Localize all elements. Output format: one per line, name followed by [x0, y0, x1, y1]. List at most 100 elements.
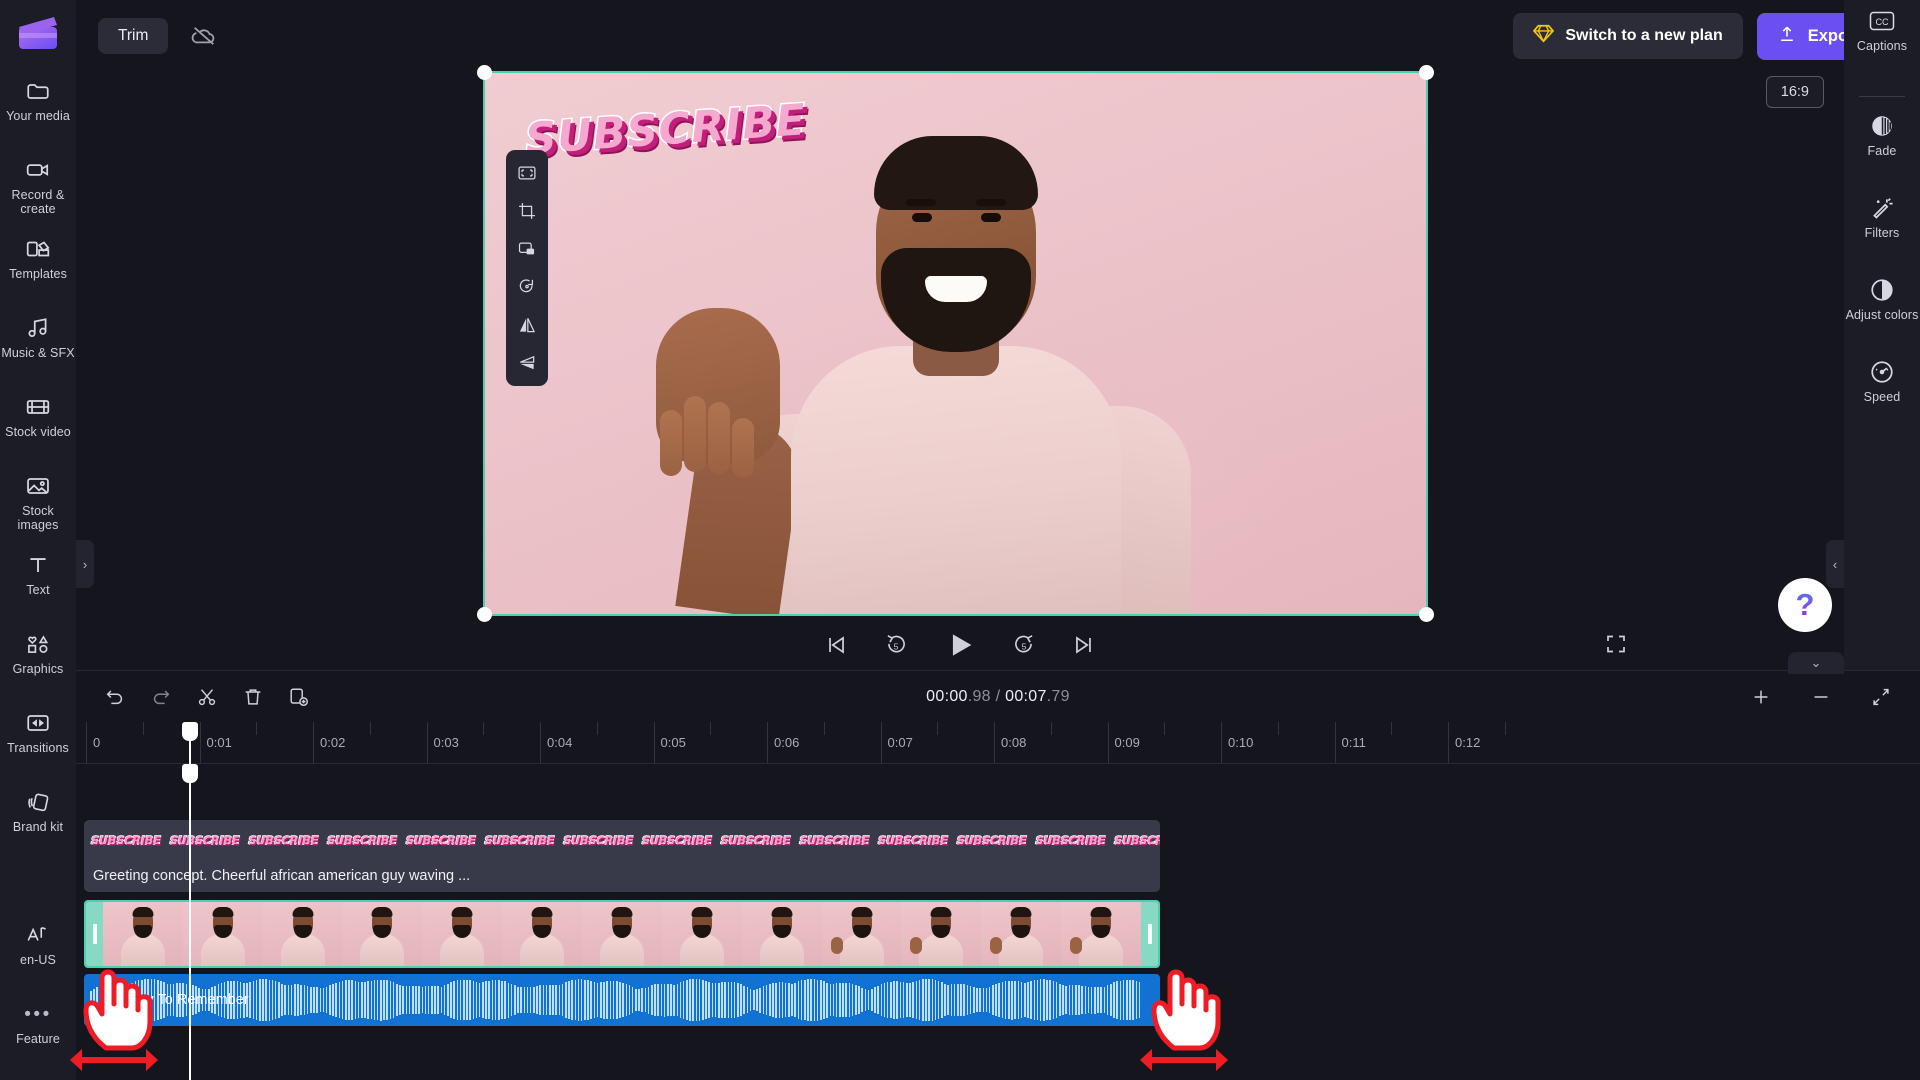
waveform-bar	[1097, 986, 1099, 1014]
right-item-adjust-colors[interactable]: Adjust colors	[1844, 277, 1920, 343]
sidebar-item-templates[interactable]: Templates	[0, 236, 76, 302]
play-icon[interactable]	[943, 628, 977, 662]
playhead-knob[interactable]	[182, 764, 198, 783]
video-clip-trim-handle-left[interactable]	[86, 902, 103, 966]
sidebar-item-language[interactable]: en-US	[0, 922, 76, 988]
waveform-bar	[520, 987, 522, 1013]
timeline-ruler[interactable]: 0 0:01 0:02 0:03 0:04 0:05 0:06 0:07 0:08 0:09 0:1…	[76, 722, 1920, 764]
right-item-speed[interactable]: Speed	[1844, 359, 1920, 425]
zoom-out-minus-icon[interactable]	[1804, 680, 1838, 714]
crop-icon[interactable]	[511, 195, 543, 227]
sidebar-item-stock-images[interactable]: Stock images	[0, 473, 76, 539]
audio-clip[interactable]: Day To Remember	[84, 974, 1160, 1026]
video-preview[interactable]: SUBSCRIBE	[477, 65, 1434, 622]
playhead[interactable]	[182, 764, 198, 1080]
skip-to-end-icon[interactable]	[1071, 632, 1097, 658]
flip-vertical-icon[interactable]	[511, 347, 543, 379]
resize-handle-bl[interactable]	[477, 607, 492, 622]
waveform-bar	[625, 984, 628, 1016]
waveform-bar	[628, 985, 631, 1015]
timeline-tracks: SUBSCRIBE SUBSCRIBE SUBSCRIBE SUBSCRIBE SUBS…	[76, 764, 1920, 1080]
waveform-bar	[953, 984, 956, 1016]
switch-plan-button[interactable]: Switch to a new plan	[1513, 13, 1743, 59]
ruler-tick-label: 0	[93, 735, 101, 750]
resize-handle-tr[interactable]	[1419, 65, 1434, 80]
fit-timeline-icon[interactable]	[1864, 680, 1898, 714]
total-time-frac: .79	[1046, 687, 1070, 705]
text-overlay-clip[interactable]: SUBSCRIBE SUBSCRIBE SUBSCRIBE SUBSCRIBE SUBS…	[84, 820, 1160, 892]
right-item-captions[interactable]: CC Captions	[1844, 8, 1920, 74]
waveform-bar	[1074, 985, 1077, 1015]
waveform-bar	[115, 982, 118, 1018]
redo-icon[interactable]	[144, 680, 178, 714]
undo-icon[interactable]	[98, 680, 132, 714]
waveform-bar	[274, 981, 277, 1019]
zoom-in-plus-icon[interactable]	[1744, 680, 1778, 714]
waveform-bar	[424, 986, 427, 1014]
flip-horizontal-icon[interactable]	[511, 309, 543, 341]
waveform-bar	[469, 980, 471, 1020]
sidebar-expand-button[interactable]: ›	[76, 540, 94, 588]
sidebar-item-brand-kit[interactable]: Brand kit	[0, 789, 76, 855]
more-dots-icon: •••	[24, 1003, 52, 1025]
waveform-bar	[619, 981, 621, 1019]
waveform-bar	[549, 984, 551, 1016]
image-icon	[25, 473, 51, 499]
waveform-bar	[529, 986, 532, 1014]
sidebar-item-your-media[interactable]: Your media	[0, 78, 76, 144]
waveform-bar	[450, 982, 452, 1018]
waveform-bar	[545, 984, 548, 1016]
video-clip-trim-handle-right[interactable]	[1141, 902, 1158, 966]
waveform-bar	[966, 984, 969, 1016]
duplicate-icon[interactable]	[282, 680, 316, 714]
waveform-bar	[284, 985, 287, 1015]
right-item-fade[interactable]: Fade	[1844, 113, 1920, 179]
sidebar-item-graphics[interactable]: Graphics	[0, 631, 76, 697]
rotate-icon[interactable]	[511, 271, 543, 303]
sidebar-item-feature[interactable]: ••• Feature	[0, 1001, 76, 1067]
preview-collapse-button[interactable]: ⌄	[1788, 652, 1844, 674]
waveform-bar	[842, 982, 844, 1018]
sidebar-item-text[interactable]: Text	[0, 552, 76, 618]
delete-trash-icon[interactable]	[236, 680, 270, 714]
picture-in-picture-icon[interactable]	[511, 233, 543, 265]
waveform-bar	[921, 979, 924, 1021]
split-scissors-icon[interactable]	[190, 680, 224, 714]
resize-handle-br[interactable]	[1419, 607, 1434, 622]
forward-5-icon[interactable]: 5	[1011, 632, 1037, 658]
help-button[interactable]: ?	[1778, 578, 1832, 632]
sidebar-item-label: Brand kit	[12, 820, 64, 834]
trim-button[interactable]: Trim	[98, 18, 169, 54]
right-item-filters[interactable]: Filters	[1844, 195, 1920, 261]
waveform-bar	[883, 983, 886, 1017]
waveform-bar	[641, 988, 644, 1012]
sidebar-item-transitions[interactable]: Transitions	[0, 710, 76, 776]
cloud-off-icon[interactable]	[190, 22, 218, 50]
skip-to-start-icon[interactable]	[823, 632, 849, 658]
waveform-bar	[944, 983, 946, 1017]
video-thumbnail	[502, 902, 583, 966]
fit-to-screen-icon[interactable]	[511, 157, 543, 189]
video-clip[interactable]	[84, 900, 1160, 968]
sticker-thumbnail: SUBSCRIBE	[641, 833, 712, 848]
sidebar-item-music-sfx[interactable]: Music & SFX	[0, 315, 76, 381]
sidebar-item-record-create[interactable]: Record & create	[0, 157, 76, 223]
video-thumbnail	[422, 902, 503, 966]
clapperboard-logo[interactable]	[15, 10, 61, 56]
sidebar-item-stock-video[interactable]: Stock video	[0, 394, 76, 460]
waveform-bar	[835, 983, 838, 1017]
playhead-ruler-knob[interactable]	[182, 722, 198, 741]
rewind-5-icon[interactable]: 5	[883, 632, 909, 658]
double-arrow-horizontal-left	[68, 1045, 160, 1080]
fullscreen-icon[interactable]	[1604, 632, 1628, 661]
waveform-bar	[443, 985, 446, 1015]
right-panel-collapse-button[interactable]: ‹	[1826, 540, 1844, 588]
sidebar-item-label: Stock images	[17, 504, 59, 533]
waveform-bar	[568, 981, 570, 1019]
sticker-thumbnail: SUBSCRIBE	[1035, 833, 1106, 848]
waveform-bar	[768, 983, 771, 1017]
waveform-bar	[743, 985, 746, 1015]
waveform-bar	[1008, 980, 1010, 1020]
waveform-bar	[447, 983, 449, 1017]
resize-handle-tl[interactable]	[477, 65, 492, 80]
